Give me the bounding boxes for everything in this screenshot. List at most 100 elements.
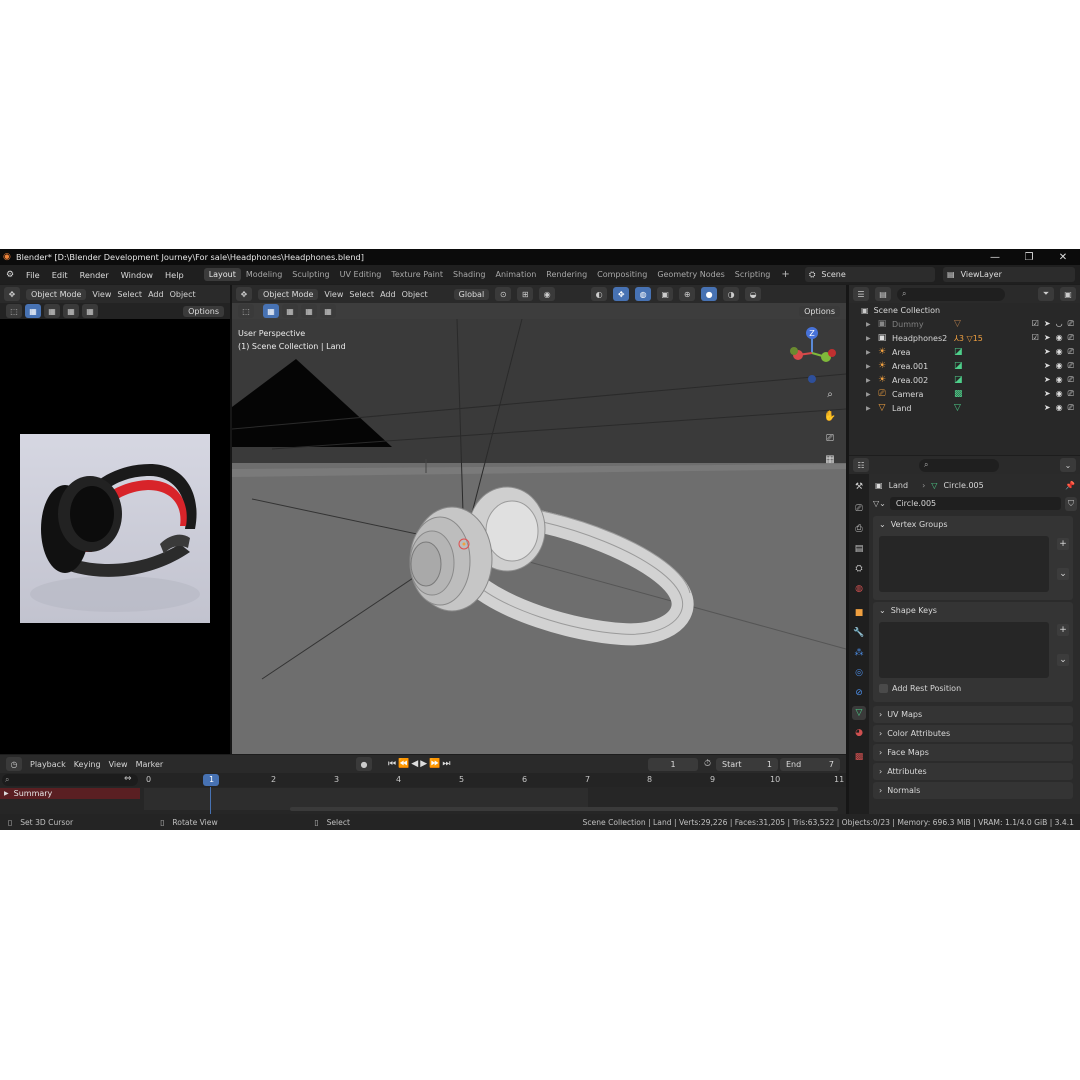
visibility-eye-icon[interactable]: ◉: [1056, 361, 1063, 371]
tab-animation[interactable]: Animation: [491, 268, 542, 281]
add-shape-key-button[interactable]: +: [1057, 624, 1069, 636]
pivot-icon[interactable]: ⊙: [495, 287, 512, 301]
expand-arrow-icon[interactable]: ▶: [866, 405, 876, 412]
camera-view-icon[interactable]: ⎚: [821, 429, 839, 447]
outliner-root[interactable]: ▣ Scene Collection: [849, 303, 1080, 317]
material-tab-icon[interactable]: ◕: [852, 726, 866, 740]
expand-arrow-icon[interactable]: ▶: [866, 391, 876, 398]
menu-object-left[interactable]: Object: [170, 290, 196, 299]
output-tab-icon[interactable]: ⎙: [852, 522, 866, 536]
visibility-eye-icon[interactable]: ◉: [1056, 333, 1063, 343]
selectable-icon[interactable]: ➤: [1044, 389, 1051, 399]
render-camera-icon[interactable]: ⎚: [1068, 347, 1074, 357]
add-vertex-group-button[interactable]: +: [1057, 538, 1069, 550]
timeline-search-input[interactable]: ⌕: [2, 774, 138, 786]
tab-shading[interactable]: Shading: [448, 268, 491, 281]
transform-orientation-dropdown[interactable]: Global: [453, 288, 490, 300]
pan-hand-icon[interactable]: ✋: [821, 407, 839, 425]
playback-controls[interactable]: ⏮⏪◀▶⏩⏭: [388, 759, 452, 769]
fake-user-shield-icon[interactable]: ⛉: [1065, 496, 1077, 511]
snap-icon[interactable]: ⊞: [517, 287, 534, 301]
record-icon[interactable]: ●: [356, 757, 372, 771]
pin-icon[interactable]: 📌: [1065, 481, 1075, 490]
selectable-icon[interactable]: ➤: [1044, 319, 1051, 329]
shape-key-menu-button[interactable]: ⌄: [1057, 654, 1069, 666]
expand-arrow-icon[interactable]: ▶: [866, 349, 876, 356]
render-camera-icon[interactable]: ⎚: [1068, 333, 1074, 343]
outliner-row-camera[interactable]: ▶ ⎚ Camera ▩ ➤ ◉ ⎚: [849, 387, 1080, 401]
tab-layout[interactable]: Layout: [203, 268, 241, 281]
viewport-select-subtract-icon[interactable]: ▦: [301, 304, 317, 318]
end-frame-field[interactable]: End 7: [780, 758, 840, 771]
timeline-editor-type-icon[interactable]: ◷: [6, 757, 22, 771]
selectable-icon[interactable]: ➤: [1044, 333, 1051, 343]
expand-arrow-icon[interactable]: ▶: [866, 377, 876, 384]
viewport-select-extend-icon[interactable]: ▦: [282, 304, 298, 318]
menu-add-viewport[interactable]: Add: [380, 290, 396, 299]
start-frame-field[interactable]: Start 1: [716, 758, 778, 771]
mode-dropdown-left[interactable]: Object Mode: [26, 288, 87, 300]
properties-editor-type-icon[interactable]: ☷: [853, 458, 869, 472]
object-tab-icon[interactable]: ■: [852, 606, 866, 620]
checkbox-icon[interactable]: ☑: [1032, 333, 1039, 343]
vertex-group-menu-button[interactable]: ⌄: [1057, 568, 1069, 580]
texture-tab-icon[interactable]: ▩: [852, 750, 866, 764]
selectable-icon[interactable]: ➤: [1044, 361, 1051, 371]
zoom-icon[interactable]: ⌕: [821, 385, 839, 403]
uv-maps-panel[interactable]: › UV Maps: [873, 706, 1073, 723]
world-tab-icon[interactable]: ◍: [852, 582, 866, 596]
menu-window[interactable]: Window: [115, 270, 159, 280]
options-dropdown-viewport[interactable]: Options: [799, 305, 840, 317]
shape-keys-list[interactable]: [879, 622, 1049, 678]
view-layer-tab-icon[interactable]: ▤: [852, 542, 866, 556]
render-camera-icon[interactable]: ⎚: [1068, 361, 1074, 371]
render-camera-icon[interactable]: ⎚: [1068, 389, 1074, 399]
overlay-toggle-icon[interactable]: ◍: [635, 287, 652, 301]
image-editor-area[interactable]: [0, 319, 230, 754]
constraints-tab-icon[interactable]: ⊘: [852, 686, 866, 700]
render-camera-icon[interactable]: ⎚: [1068, 403, 1074, 413]
menu-file[interactable]: File: [20, 270, 46, 280]
scene-selector[interactable]: ⛭ Scene: [805, 267, 935, 282]
outliner-row-area[interactable]: ▶ ☀ Area ◪ ➤ ◉ ⎚: [849, 345, 1080, 359]
menu-add-left[interactable]: Add: [148, 290, 164, 299]
selectable-icon[interactable]: ➤: [1044, 375, 1051, 385]
expand-arrow-icon[interactable]: ▶: [866, 321, 876, 328]
outliner-row-headphones2[interactable]: ▶ ▣ Headphones2 ⅄3 ▽15 ☑ ➤ ◉ ⎚: [849, 331, 1080, 345]
selectable-icon[interactable]: ➤: [1044, 347, 1051, 357]
menu-select-left[interactable]: Select: [117, 290, 142, 299]
select-new-icon[interactable]: ▦: [25, 304, 41, 318]
tab-scripting[interactable]: Scripting: [730, 268, 776, 281]
visibility-eye-icon[interactable]: ◉: [1056, 403, 1063, 413]
properties-options-icon[interactable]: ⌄: [1060, 458, 1076, 472]
render-tab-icon[interactable]: ⎚: [852, 502, 866, 516]
outliner-row-dummy[interactable]: ▶ ▣ Dummy ▽ ☑ ➤ ◡ ⎚: [849, 317, 1080, 331]
close-button[interactable]: ✕: [1046, 252, 1080, 263]
checkbox-icon[interactable]: ☑: [1032, 319, 1039, 329]
attributes-panel[interactable]: › Attributes: [873, 763, 1073, 780]
gizmo-toggle-icon[interactable]: ✥: [613, 287, 630, 301]
select-subtract-icon[interactable]: ▦: [63, 304, 79, 318]
stopwatch-icon[interactable]: ⏱: [704, 759, 711, 769]
rendered-shading-icon[interactable]: ◒: [745, 287, 762, 301]
view-layer-selector[interactable]: ▤ ViewLayer: [943, 267, 1075, 282]
add-rest-position-checkbox[interactable]: [879, 684, 888, 693]
options-dropdown-left[interactable]: Options: [183, 305, 224, 317]
summary-channel[interactable]: ▶ Summary: [0, 788, 140, 799]
particles-tab-icon[interactable]: ⁂: [852, 646, 866, 660]
menu-view-viewport[interactable]: View: [324, 290, 343, 299]
mesh-data-tab-icon[interactable]: ▽: [852, 706, 866, 720]
physics-tab-icon[interactable]: ◎: [852, 666, 866, 680]
select-invert-icon[interactable]: ▦: [82, 304, 98, 318]
datablock-name-field[interactable]: Circle.005: [889, 497, 1061, 510]
ortho-grid-icon[interactable]: ▦: [821, 450, 839, 468]
xray-icon[interactable]: ▣: [657, 287, 674, 301]
blender-menu-icon[interactable]: ⚙: [6, 270, 20, 280]
tab-modeling[interactable]: Modeling: [241, 268, 287, 281]
scene-tab-icon[interactable]: ⛭: [852, 562, 866, 576]
normals-panel[interactable]: › Normals: [873, 782, 1073, 799]
mode-dropdown-viewport[interactable]: Object Mode: [258, 288, 319, 300]
vertex-groups-list[interactable]: [879, 536, 1049, 592]
filter-icon[interactable]: ⏷: [1038, 287, 1054, 301]
tab-uv-editing[interactable]: UV Editing: [335, 268, 387, 281]
